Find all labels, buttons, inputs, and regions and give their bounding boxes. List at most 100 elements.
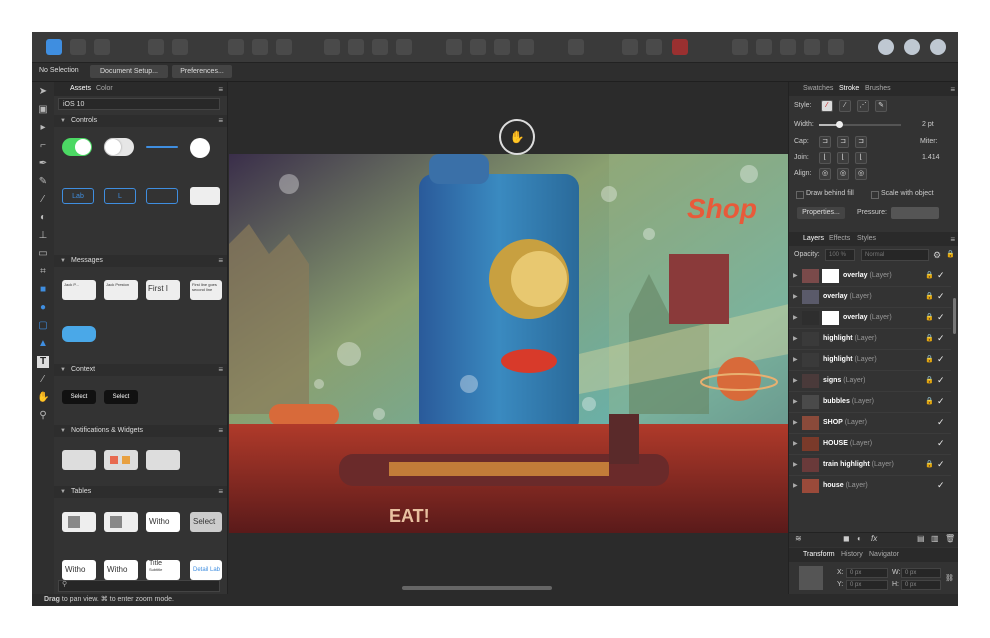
tab-swatches[interactable]: Swatches <box>803 85 833 92</box>
asset-context-select[interactable]: Select <box>62 390 96 404</box>
canvas-artwork[interactable]: Shop EAT! <box>229 154 789 533</box>
asset-message-bubble[interactable]: Jack Preston <box>104 280 138 300</box>
asset-search-input[interactable]: ⚲ <box>58 580 220 592</box>
layer-row[interactable]: ▶ bubbles (Layer) 🔒 ✓ <box>789 392 951 413</box>
section-menu-icon[interactable]: ≡ <box>218 364 223 376</box>
layer-row[interactable]: ▶ house (Layer) ✓ <box>789 476 951 494</box>
artboard-tool-icon[interactable]: ▣ <box>37 104 49 116</box>
rounded-rect-tool-icon[interactable]: ▢ <box>37 320 49 332</box>
asset-table-cell[interactable]: Detail Lab <box>190 560 222 580</box>
layer-row[interactable]: ▶ signs (Layer) 🔒 ✓ <box>789 371 951 392</box>
asset-notification[interactable] <box>146 450 180 470</box>
opacity-field[interactable]: 100 % <box>825 249 855 261</box>
asset-table-cell[interactable]: Witho <box>62 560 96 580</box>
blend-mode-select[interactable]: Normal <box>861 249 929 261</box>
tab-transform[interactable]: Transform <box>803 551 835 558</box>
section-messages[interactable]: ▼ Messages ≡ <box>54 255 227 267</box>
tab-brushes[interactable]: Brushes <box>865 85 891 92</box>
mirror-icon[interactable] <box>494 39 510 55</box>
visibility-check-icon[interactable]: ✓ <box>937 354 945 365</box>
arrange-icon[interactable] <box>518 39 534 55</box>
no-stroke-icon[interactable]: ⁄ <box>821 100 833 112</box>
fill-color-icon[interactable] <box>878 39 894 55</box>
asset-context-select[interactable]: Select <box>104 390 138 404</box>
visibility-check-icon[interactable]: ✓ <box>937 291 945 302</box>
expand-arrow-icon[interactable]: ▶ <box>793 398 798 405</box>
boolean-intersect-icon[interactable] <box>780 39 796 55</box>
bevel-join-icon[interactable]: ⌊ <box>855 152 867 164</box>
crop-tool-icon[interactable]: ⌗ <box>37 266 49 278</box>
asset-keyboard[interactable] <box>190 187 220 205</box>
assistant-icon[interactable] <box>172 39 188 55</box>
horizontal-scrollbar[interactable] <box>402 586 552 590</box>
expand-arrow-icon[interactable]: ▶ <box>793 377 798 384</box>
snapping-magnet-icon[interactable] <box>672 39 688 55</box>
layer-row[interactable]: ▶ highlight (Layer) 🔒 ✓ <box>789 329 951 350</box>
section-menu-icon[interactable]: ≡ <box>218 425 223 437</box>
boolean-subtract-icon[interactable] <box>756 39 772 55</box>
width-slider-thumb[interactable] <box>835 121 843 128</box>
stroke-color-icon[interactable] <box>904 39 920 55</box>
round-join-icon[interactable]: ⌊ <box>837 152 849 164</box>
order-forward-icon[interactable] <box>372 39 388 55</box>
boolean-add-icon[interactable] <box>732 39 748 55</box>
text-tool-icon[interactable]: T <box>37 356 49 368</box>
export-persona-icon[interactable] <box>94 39 110 55</box>
asset-table-cell[interactable] <box>104 512 138 532</box>
guides-icon[interactable] <box>646 39 662 55</box>
tab-color[interactable]: Color <box>96 85 113 92</box>
mask-icon[interactable]: ◼ <box>843 534 850 543</box>
section-menu-icon[interactable]: ≡ <box>218 486 223 498</box>
scale-with-checkbox[interactable] <box>871 191 879 199</box>
tab-layers[interactable]: Layers <box>803 235 824 242</box>
select-icon[interactable] <box>228 39 244 55</box>
rotate-icon[interactable] <box>470 39 486 55</box>
section-tables[interactable]: ▼ Tables ≡ <box>54 486 227 498</box>
visibility-check-icon[interactable]: ✓ <box>937 396 945 407</box>
asset-category-select[interactable]: iOS 10 <box>58 98 220 110</box>
layer-row[interactable]: ▶ overlay (Layer) 🔒 ✓ <box>789 308 951 329</box>
panel-menu-icon[interactable]: ≡ <box>218 85 223 94</box>
asset-notification[interactable] <box>62 450 96 470</box>
tab-effects[interactable]: Effects <box>829 235 850 242</box>
panel-menu-icon[interactable]: ≡ <box>950 85 955 94</box>
h-field[interactable]: 0 px <box>901 580 941 590</box>
texture-line-icon[interactable]: ✎ <box>875 100 887 112</box>
grid-icon[interactable] <box>622 39 638 55</box>
align-icon[interactable] <box>568 39 584 55</box>
visibility-check-icon[interactable]: ✓ <box>937 417 945 428</box>
align-inside-icon[interactable]: ◎ <box>819 168 831 180</box>
visibility-check-icon[interactable]: ✓ <box>937 312 945 323</box>
expand-arrow-icon[interactable]: ▶ <box>793 482 798 489</box>
lock-icon[interactable]: 🔒 <box>946 250 955 258</box>
asset-toggle-on[interactable] <box>62 138 92 156</box>
pen-tool-icon[interactable]: ✒ <box>37 158 49 170</box>
preferences-button[interactable]: Preferences... <box>172 65 232 78</box>
section-notifications[interactable]: ▼ Notifications & Widgets ≡ <box>54 425 227 437</box>
visibility-check-icon[interactable]: ✓ <box>937 270 945 281</box>
miter-value[interactable]: 1.414 <box>922 154 940 161</box>
visibility-check-icon[interactable]: ✓ <box>937 333 945 344</box>
brush-tool-icon[interactable]: ⁄ <box>37 194 49 206</box>
panel-menu-icon[interactable]: ≡ <box>950 235 955 244</box>
expand-arrow-icon[interactable]: ▶ <box>793 335 798 342</box>
expand-arrow-icon[interactable]: ▶ <box>793 419 798 426</box>
trash-icon[interactable]: 🗑 <box>945 534 955 543</box>
visibility-check-icon[interactable]: ✓ <box>937 375 945 386</box>
lock-icon[interactable]: 🔒 <box>925 376 934 384</box>
align-center-icon[interactable]: ◎ <box>837 168 849 180</box>
move-tool-icon[interactable]: ➤ <box>37 86 49 98</box>
section-menu-icon[interactable]: ≡ <box>218 115 223 127</box>
link-icon[interactable]: ⛓ <box>945 574 954 582</box>
flip-icon[interactable] <box>446 39 462 55</box>
section-menu-icon[interactable]: ≡ <box>218 255 223 267</box>
asset-message-bubble-blue[interactable] <box>62 326 96 342</box>
tab-assets[interactable]: Assets <box>70 85 91 92</box>
expand-arrow-icon[interactable]: ▶ <box>793 272 798 279</box>
add-layer-icon[interactable]: ▤ <box>917 534 925 543</box>
pixel-persona-icon[interactable] <box>70 39 86 55</box>
lock-icon[interactable]: 🔒 <box>925 460 934 468</box>
section-context[interactable]: ▼ Context ≡ <box>54 364 227 376</box>
order-front-icon[interactable] <box>396 39 412 55</box>
asset-circle-button[interactable] <box>190 138 210 158</box>
